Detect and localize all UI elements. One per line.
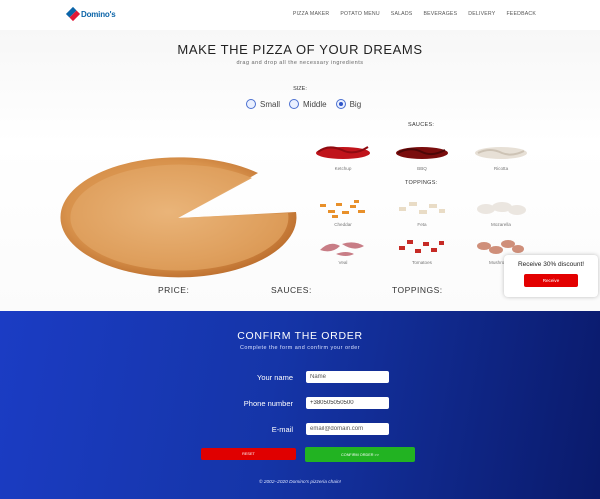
phone-input[interactable] <box>306 397 389 409</box>
reset-button[interactable]: RESET <box>201 448 296 460</box>
discount-text: Receive 30% discount! <box>517 261 585 268</box>
nav-salads[interactable]: SALADS <box>391 11 413 17</box>
name-field-label: Your name <box>257 373 293 382</box>
size-small-radio[interactable] <box>246 99 256 109</box>
nav-feedback[interactable]: FEEDBACK <box>506 11 536 17</box>
topping-feta[interactable]: Feta <box>392 198 452 227</box>
bbq-icon <box>396 147 448 159</box>
size-selector: Small Middle Big <box>246 99 361 109</box>
receive-discount-button[interactable]: Receive <box>524 274 578 287</box>
sauce-bbq[interactable]: BBQ <box>392 142 452 171</box>
nav-pizza-maker[interactable]: PIZZA MAKER <box>293 11 330 17</box>
order-title: CONFIRM THE ORDER <box>237 330 363 342</box>
ketchup-icon <box>316 146 370 159</box>
logo-text: Domino's <box>81 9 116 19</box>
topping-tomatoes-label: Tomatoes <box>412 260 432 265</box>
size-big-label: Big <box>349 99 362 109</box>
toppings-summary: TOPPINGS: <box>392 285 443 295</box>
sauces-summary: SAUCES: <box>271 285 312 295</box>
cheddar-icon <box>320 200 365 218</box>
name-input[interactable] <box>306 371 389 383</box>
size-middle-radio[interactable] <box>289 99 300 109</box>
email-input[interactable] <box>306 423 389 435</box>
topping-veal-label: Veal <box>338 260 348 265</box>
sauce-bbq-label: BBQ <box>417 166 427 171</box>
topping-veal[interactable]: Veal <box>313 236 373 265</box>
confirm-order-button[interactable]: CONFIRM ORDER >> <box>305 447 415 462</box>
size-label: SIZE: <box>293 86 307 92</box>
size-middle-label: Middle <box>303 99 327 109</box>
veal-icon <box>320 242 364 256</box>
sauce-ricotta[interactable]: Ricotta <box>471 142 531 171</box>
topping-mozarella-label: Mozarella <box>491 222 511 227</box>
dominos-logo[interactable]: Domino's <box>65 6 116 22</box>
sauces-label: SAUCES: <box>408 122 435 128</box>
topping-mozarella[interactable]: Mozarella <box>471 198 531 227</box>
confirm-order-section: CONFIRM THE ORDER Complete the form and … <box>0 311 600 499</box>
tomatoes-icon <box>399 240 444 253</box>
price-summary: PRICE: <box>158 285 190 295</box>
feta-icon <box>399 202 445 214</box>
ricotta-icon <box>475 147 527 159</box>
topping-cheddar[interactable]: Cheddar <box>313 198 373 227</box>
sauce-ketchup-label: Ketchup <box>334 166 352 171</box>
size-option-big[interactable]: Big <box>335 99 362 109</box>
size-option-small[interactable]: Small <box>246 99 280 109</box>
nav-delivery[interactable]: DELIVERY <box>468 11 495 17</box>
topping-cheddar-label: Cheddar <box>334 222 352 227</box>
email-field-label: E-mail <box>271 425 293 434</box>
size-option-middle[interactable]: Middle <box>289 99 327 109</box>
nav-beverages[interactable]: BEVERAGES <box>423 11 457 17</box>
mozarella-icon <box>477 202 526 215</box>
toppings-label: TOPPINGS: <box>405 180 438 186</box>
dominos-logo-icon <box>65 6 81 22</box>
phone-field-label: Phone number <box>243 399 293 408</box>
nav-potato-menu[interactable]: POTATO MENU <box>340 11 379 17</box>
main-nav: PIZZA MAKER POTATO MENU SALADS BEVERAGES… <box>293 11 536 17</box>
footer-copyright: © 2002–2020 Domino's pizzeria chain! <box>258 480 342 485</box>
topping-feta-label: Feta <box>417 222 427 227</box>
size-small-label: Small <box>260 99 281 109</box>
page-subtitle: drag and drop all the necessary ingredie… <box>236 60 364 66</box>
top-header: Domino's PIZZA MAKER POTATO MENU SALADS … <box>0 0 600 30</box>
page-title: MAKE THE PIZZA OF YOUR DREAMS <box>177 42 423 57</box>
order-subtitle: Complete the form and confirm your order <box>239 345 361 351</box>
sauce-ricotta-label: Ricotta <box>493 166 509 171</box>
sauce-ketchup[interactable]: Ketchup <box>313 142 373 171</box>
discount-popup: Receive 30% discount! Receive <box>504 255 598 297</box>
pizza-crust-image[interactable] <box>60 154 300 284</box>
topping-tomatoes[interactable]: Tomatoes <box>392 236 452 265</box>
size-big-radio[interactable] <box>335 99 346 109</box>
